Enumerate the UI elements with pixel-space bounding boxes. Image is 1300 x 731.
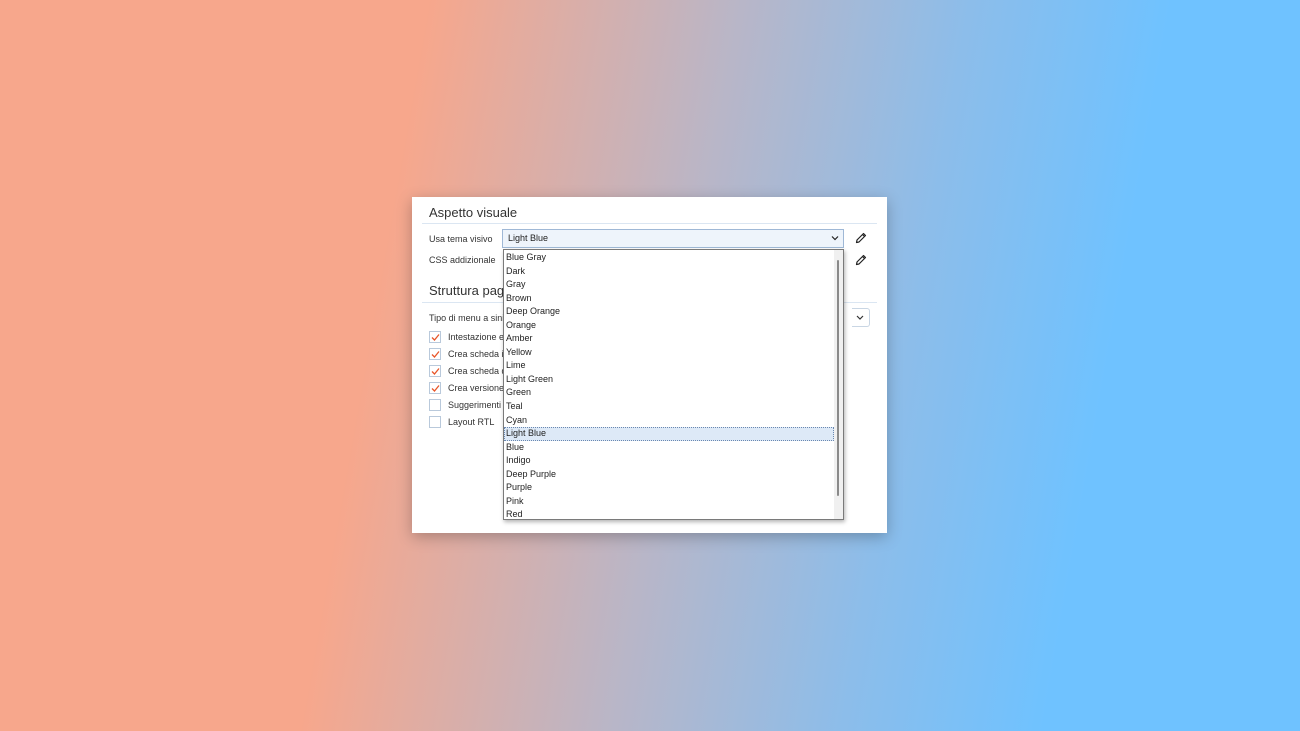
checkbox[interactable] [429, 416, 441, 428]
checkbox-label: Crea versione [448, 383, 505, 393]
checkbox-label: Crea scheda d [448, 366, 507, 376]
checkbox[interactable] [429, 382, 441, 394]
dropdown-option[interactable]: Teal [504, 400, 834, 414]
theme-select-value: Light Blue [508, 233, 549, 243]
checkbox-label: Crea scheda ir [448, 349, 507, 359]
dropdown-option[interactable]: Cyan [504, 414, 834, 428]
theme-select[interactable]: Light Blue [502, 229, 844, 248]
dropdown-option[interactable]: Deep Purple [504, 468, 834, 482]
edit-css-pencil-icon[interactable] [854, 253, 868, 267]
theme-label: Usa tema visivo [429, 234, 493, 244]
dropdown-option[interactable]: Brown [504, 292, 834, 306]
section-divider [422, 223, 877, 224]
section-title-visual: Aspetto visuale [429, 205, 518, 220]
scrollbar[interactable] [834, 250, 843, 519]
dropdown-option[interactable]: Lime [504, 359, 834, 373]
dropdown-options: Blue Gray Dark Gray Brown Deep Orange Orange A… [504, 251, 834, 519]
checkbox[interactable] [429, 348, 441, 360]
dropdown-option[interactable]: Pink [504, 495, 834, 509]
dropdown-option[interactable]: Light Green [504, 373, 834, 387]
checkbox-label: Layout RTL [448, 417, 495, 427]
dropdown-option[interactable]: Amber [504, 332, 834, 346]
dropdown-option[interactable]: Orange [504, 319, 834, 333]
scrollbar-thumb[interactable] [837, 260, 839, 496]
dropdown-option[interactable]: Light Blue [504, 427, 834, 441]
css-label: CSS addizionale [429, 255, 496, 265]
dropdown-option[interactable]: Yellow [504, 346, 834, 360]
dropdown-option[interactable]: Dark [504, 265, 834, 279]
section-title-structure: Struttura pagi [429, 283, 508, 298]
checkbox[interactable] [429, 331, 441, 343]
checkbox[interactable] [429, 365, 441, 377]
dropdown-option[interactable]: Blue Gray [504, 251, 834, 265]
dropdown-option[interactable]: Blue [504, 441, 834, 455]
theme-dropdown-list[interactable]: Blue Gray Dark Gray Brown Deep Orange Orange A… [503, 249, 844, 520]
dropdown-option[interactable]: Gray [504, 278, 834, 292]
dropdown-option[interactable]: Indigo [504, 454, 834, 468]
dropdown-option[interactable]: Purple [504, 481, 834, 495]
checkbox-label: Intestazione e [448, 332, 505, 342]
checkbox-label: Suggerimenti [448, 400, 502, 410]
dropdown-option[interactable]: Green [504, 386, 834, 400]
dropdown-option[interactable]: Red [504, 508, 834, 519]
dropdown-option[interactable]: Deep Orange [504, 305, 834, 319]
menu-type-label: Tipo di menu a sinis [429, 313, 509, 323]
chevron-down-icon [855, 310, 865, 329]
menu-type-select[interactable] [852, 308, 870, 327]
checkbox[interactable] [429, 399, 441, 411]
edit-theme-pencil-icon[interactable] [854, 231, 868, 245]
